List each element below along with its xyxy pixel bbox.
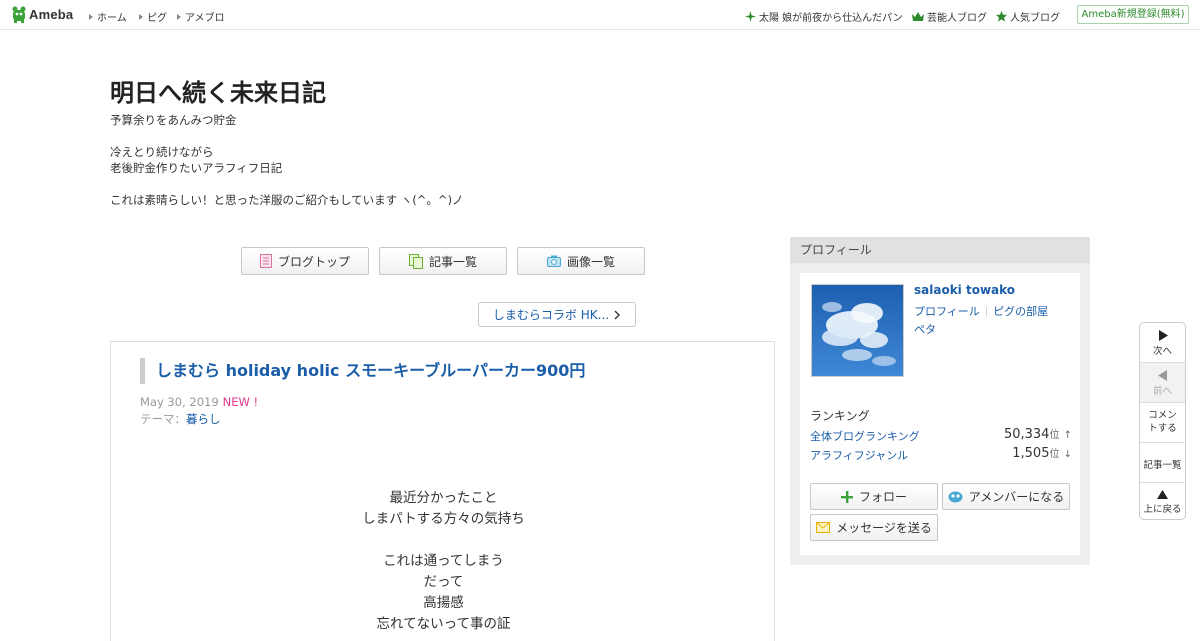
back-to-top-button[interactable]: 上に戻る [1140, 483, 1185, 519]
crown-icon [912, 11, 924, 21]
article-title-wrap: しまむら holiday holic スモーキーブルーパーカー900円 [140, 358, 740, 384]
next-article-button[interactable]: 次へ [1140, 323, 1185, 363]
image-list-button[interactable]: 画像一覧 [517, 247, 645, 275]
play-right-icon [1158, 330, 1168, 341]
article-body-line: 忘れてないって事の証 [376, 616, 511, 632]
star-icon [996, 11, 1007, 22]
new-badge: NEW ! [222, 395, 259, 409]
article-body-line: だって [423, 574, 464, 590]
camera-icon [546, 255, 561, 267]
blog-description-line: これは素晴らしい！と思った洋服のご紹介もしています ヽ(^。^)ノ [110, 193, 464, 207]
nav-home[interactable]: ホーム [89, 9, 127, 24]
theme-link[interactable]: 暮らし [186, 412, 221, 426]
ranking-value: 1,505位 ↓ [1012, 446, 1072, 461]
document-icon [259, 254, 272, 268]
comment-button[interactable]: コメントする [1140, 403, 1185, 443]
prev-article-button[interactable]: 前へ [1140, 363, 1185, 403]
profile-content: salaoki towako プロフィール | ピグの部屋 ペタ ランキング 全… [800, 273, 1080, 555]
rank-down-icon: ↓ [1063, 449, 1072, 460]
triangle-right-icon [177, 13, 181, 20]
ameba-mascot-icon [12, 6, 26, 23]
article-body-line: これは通ってしまう [383, 553, 504, 569]
genre-ranking-link[interactable]: アラフィフジャンル [810, 447, 908, 463]
triangle-right-icon [139, 13, 143, 20]
article-title[interactable]: しまむら holiday holic スモーキーブルーパーカー900円 [156, 361, 585, 380]
ranking-label: ランキング [810, 409, 870, 423]
article-body-line: 最近分かったこと [389, 490, 498, 506]
trend-link[interactable]: 太陽 娘が前夜から仕込んだパン [745, 9, 903, 24]
ranking-row: アラフィフジャンル 1,505位 ↓ [810, 445, 1072, 463]
article-body-line: しまパトする方々の気持ち [362, 511, 525, 527]
ranking-row: 全体ブログランキング 50,334位 ↑ [810, 426, 1072, 444]
article-theme: テーマ：暮らし [140, 412, 221, 426]
blog-description-line: 老後貯金作りたいアラフィフ日記 [110, 161, 283, 175]
signup-button[interactable]: Ameba新規登録(無料) [1077, 5, 1189, 24]
popular-blog-link[interactable]: 人気ブログ [996, 9, 1060, 24]
plus-icon [840, 490, 853, 503]
ameba-logo[interactable]: Ameba [12, 6, 73, 23]
series-link-button[interactable]: しまむらコラボ HK... [478, 302, 636, 327]
separator: | [984, 305, 989, 317]
pigg-room-link[interactable]: ピグの部屋 [993, 303, 1048, 319]
profile-header: プロフィール [790, 237, 1090, 263]
article-list-button[interactable]: 記事一覧 [379, 247, 507, 275]
copy-icon [408, 253, 423, 269]
triangle-right-icon [89, 13, 93, 20]
members-icon [948, 491, 963, 502]
sparkle-icon [745, 11, 756, 22]
article: しまむら holiday holic スモーキーブルーパーカー900円 May … [110, 341, 775, 641]
overall-ranking-link[interactable]: 全体ブログランキング [810, 428, 920, 444]
nav-pigg[interactable]: ピグ [139, 9, 167, 24]
envelope-icon [816, 522, 831, 533]
peta-link[interactable]: ペタ [914, 323, 936, 336]
blog-title[interactable]: 明日へ続く未来日記 [110, 73, 326, 108]
ranking-value: 50,334位 ↑ [1003, 427, 1072, 442]
profile-name[interactable]: salaoki towako [914, 283, 1015, 297]
floating-side-nav: 次へ 前へ コメントする 記事一覧 上に戻る [1139, 322, 1186, 520]
profile-links: プロフィール | ピグの部屋 [914, 303, 1048, 319]
article-list-side-button[interactable]: 記事一覧 [1140, 443, 1185, 483]
avatar[interactable] [811, 284, 904, 377]
global-header: Ameba ホーム ピグ アメブロ 太陽 娘が前夜から仕込んだパン 芸能人ブログ… [0, 0, 1200, 30]
blog-top-button[interactable]: ブログトップ [241, 247, 369, 275]
logo-text: Ameba [29, 7, 74, 22]
rank-up-icon: ↑ [1063, 430, 1072, 441]
profile-panel: プロフィール salaoki towako プロフィール | ピグの部屋 ペタ … [790, 237, 1090, 565]
send-message-button[interactable]: メッセージを送る [810, 514, 938, 541]
become-member-button[interactable]: アメンバーになる [942, 483, 1070, 510]
blog-description-line: 予算余りをあんみつ貯金 [110, 113, 237, 127]
triangle-up-icon [1157, 490, 1168, 499]
play-left-icon [1157, 370, 1167, 381]
nav-ameblo[interactable]: アメブロ [177, 9, 225, 24]
celebrity-blog-link[interactable]: 芸能人ブログ [912, 9, 987, 24]
chevron-right-icon [614, 310, 621, 319]
profile-links-2: ペタ [914, 318, 936, 337]
follow-button[interactable]: フォロー [810, 483, 938, 510]
article-body-line: 高揚感 [423, 595, 464, 611]
blog-description-line: 冷えとり続けながら [110, 145, 214, 159]
sky-clouds-avatar-image [812, 285, 903, 376]
article-date: May 30, 2019 NEW ! [140, 395, 259, 409]
profile-link[interactable]: プロフィール [914, 303, 980, 319]
